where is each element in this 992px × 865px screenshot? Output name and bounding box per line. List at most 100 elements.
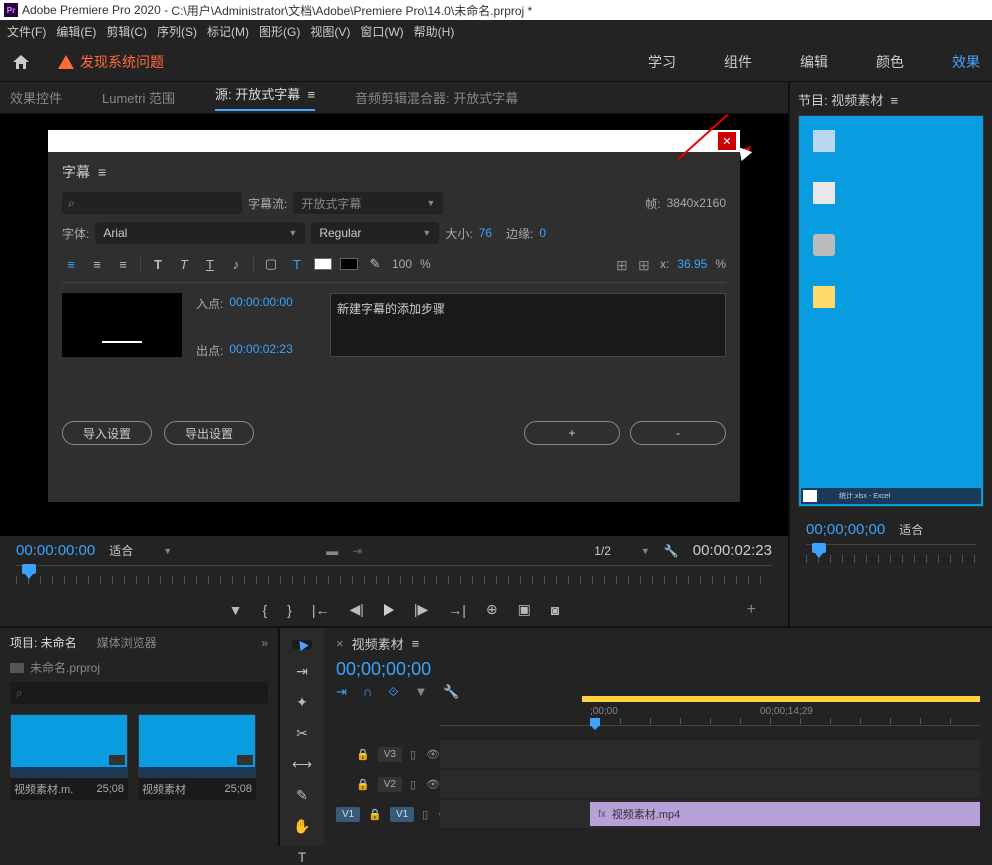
menu-mark[interactable]: 标记(M) xyxy=(204,21,252,42)
clip-thumb-1[interactable]: 视频素材.m.25;08 xyxy=(10,714,128,800)
eye-icon[interactable]: 👁 xyxy=(426,748,440,761)
size-value[interactable]: 76 xyxy=(479,226,492,240)
export-frame-icon[interactable]: ◙ xyxy=(551,602,559,618)
step-fwd-icon[interactable]: |▶ xyxy=(414,601,428,618)
timeline-close-icon[interactable]: × xyxy=(336,636,344,651)
timeline-playhead[interactable] xyxy=(590,718,600,726)
step-back-icon[interactable]: ◀| xyxy=(349,601,363,618)
prog-zoom-dropdown[interactable]: 适合 xyxy=(899,521,923,538)
align-left-icon[interactable]: ≡ xyxy=(62,256,80,272)
eyedropper-icon[interactable]: ✎ xyxy=(366,256,384,272)
menu-seq[interactable]: 序列(S) xyxy=(154,21,200,42)
align-center-icon[interactable]: ≡ xyxy=(88,256,106,272)
caption-thumbnail[interactable] xyxy=(62,293,182,357)
resolution-half-icon[interactable]: ▬ xyxy=(326,544,338,558)
outline-icon[interactable]: ▢ xyxy=(262,256,280,272)
remove-button[interactable]: - xyxy=(630,421,726,445)
out-timecode[interactable]: 00:00:02:23 xyxy=(229,342,292,359)
toggle-output-icon[interactable]: ▯ xyxy=(422,808,428,821)
italic-icon[interactable]: T xyxy=(175,256,193,272)
type-tool[interactable]: T xyxy=(292,849,312,865)
prog-timecode[interactable]: 00;00;00;00 xyxy=(806,521,885,538)
lock-icon[interactable]: 🔒 xyxy=(356,778,370,791)
timeline-ruler[interactable]: ;00;00 00;00;14;29 xyxy=(440,706,980,726)
selection-tool[interactable] xyxy=(292,640,312,649)
playhead[interactable] xyxy=(22,564,36,574)
nav-color[interactable]: 颜色 xyxy=(876,52,904,72)
add-button[interactable]: + xyxy=(524,421,620,445)
caption-menu-icon[interactable]: ≡ xyxy=(98,164,106,180)
bg-color-swatch[interactable] xyxy=(340,258,358,270)
track-v3-label[interactable]: V3 xyxy=(378,747,402,762)
home-icon[interactable] xyxy=(12,54,30,70)
magnet-icon[interactable]: ∩ xyxy=(363,684,372,700)
track-v1-label[interactable]: V1 xyxy=(390,807,414,822)
fill-text-icon[interactable]: T xyxy=(288,256,306,272)
in-point-icon[interactable]: { xyxy=(262,602,267,618)
wrench-icon[interactable]: 🔧 xyxy=(443,684,459,700)
tab-source[interactable]: 源: 开放式字幕 ≡ xyxy=(215,84,315,111)
timeline-scrollbar[interactable] xyxy=(582,696,980,702)
prog-ruler[interactable] xyxy=(806,544,976,570)
tab-lumetri[interactable]: Lumetri 范围 xyxy=(102,88,175,107)
res-dropdown[interactable]: 1/2▼ xyxy=(594,544,650,558)
caption-text-input[interactable]: 新建字幕的添加步骤 xyxy=(330,293,726,357)
overwrite-icon[interactable]: ▣ xyxy=(518,601,531,618)
src-ruler[interactable] xyxy=(16,565,772,591)
toggle-output-icon[interactable]: ▯ xyxy=(410,778,416,791)
menu-edit[interactable]: 编辑(E) xyxy=(53,21,99,42)
snap-icon[interactable]: ⇥ xyxy=(336,684,347,700)
menu-win[interactable]: 窗口(W) xyxy=(357,21,406,42)
system-warning[interactable]: 发现系统问题 xyxy=(58,52,164,72)
program-title[interactable]: 节目: 视频素材 xyxy=(798,93,883,108)
src-v1-label[interactable]: V1 xyxy=(336,807,360,822)
sequence-name[interactable]: 视频素材 xyxy=(352,634,404,653)
insert-icon[interactable]: ⊕ xyxy=(486,601,498,618)
go-in-icon[interactable]: |← xyxy=(312,602,330,618)
out-point-icon[interactable]: } xyxy=(287,602,292,618)
grid-large-icon[interactable] xyxy=(638,257,652,271)
menu-clip[interactable]: 剪辑(C) xyxy=(103,21,150,42)
tab-project[interactable]: 项目: 未命名 xyxy=(10,634,77,651)
tab-audio-mixer[interactable]: 音频剪辑混合器: 开放式字幕 xyxy=(355,88,518,107)
zoom-dropdown[interactable]: 适合▼ xyxy=(109,542,172,559)
align-right-icon[interactable]: ≡ xyxy=(114,256,132,272)
menu-file[interactable]: 文件(F) xyxy=(4,21,49,42)
program-monitor-view[interactable]: 统计.xlsx - Excel xyxy=(798,115,984,507)
eye-icon[interactable]: 👁 xyxy=(426,778,440,791)
play-icon[interactable] xyxy=(384,604,394,616)
lock-icon[interactable]: 🔒 xyxy=(368,808,382,821)
x-value[interactable]: 36.95 xyxy=(677,257,707,271)
nav-learn[interactable]: 学习 xyxy=(648,52,676,72)
tab-effect-controls[interactable]: 效果控件 xyxy=(10,88,62,107)
src-timecode[interactable]: 00:00:00:00 xyxy=(16,542,95,559)
link-icon[interactable]: ⟐ xyxy=(388,684,398,700)
toggle-output-icon[interactable]: ▯ xyxy=(410,748,416,761)
pen-tool[interactable]: ✎ xyxy=(292,787,312,804)
track-v2-label[interactable]: V2 xyxy=(378,777,402,792)
bold-icon[interactable]: T xyxy=(149,256,167,272)
fill-color-swatch[interactable] xyxy=(314,258,332,270)
lock-icon[interactable]: 🔒 xyxy=(356,748,370,761)
nav-assemble[interactable]: 组件 xyxy=(724,52,752,72)
track-select-tool[interactable]: ⇥ xyxy=(292,663,312,680)
underline-icon[interactable]: T xyxy=(201,256,219,272)
razor-tool[interactable]: ✂ xyxy=(292,725,312,742)
weight-dropdown[interactable]: Regular▼ xyxy=(311,222,439,244)
menu-view[interactable]: 视图(V) xyxy=(307,21,353,42)
close-button[interactable]: ✕ xyxy=(718,132,736,150)
go-out-icon[interactable]: →| xyxy=(448,602,466,618)
in-timecode[interactable]: 00:00:00:00 xyxy=(229,295,292,312)
menu-gfx[interactable]: 图形(G) xyxy=(256,21,303,42)
slip-tool[interactable]: ⟷ xyxy=(292,756,312,773)
export-settings-button[interactable]: 导出设置 xyxy=(164,421,254,445)
menu-help[interactable]: 帮助(H) xyxy=(411,21,458,42)
timeline-timecode[interactable]: 00;00;00;00 xyxy=(336,659,980,680)
font-dropdown[interactable]: Arial▼ xyxy=(95,222,305,244)
ripple-tool[interactable]: ✦ xyxy=(292,694,312,711)
opacity-value[interactable]: 100 xyxy=(392,257,412,271)
marker-add-icon[interactable]: ▼ xyxy=(415,684,428,700)
video-clip[interactable]: fx 视频素材.mp4 xyxy=(590,802,980,826)
tab-media-browser[interactable]: 媒体浏览器 xyxy=(97,634,157,651)
hand-tool[interactable]: ✋ xyxy=(292,818,312,835)
